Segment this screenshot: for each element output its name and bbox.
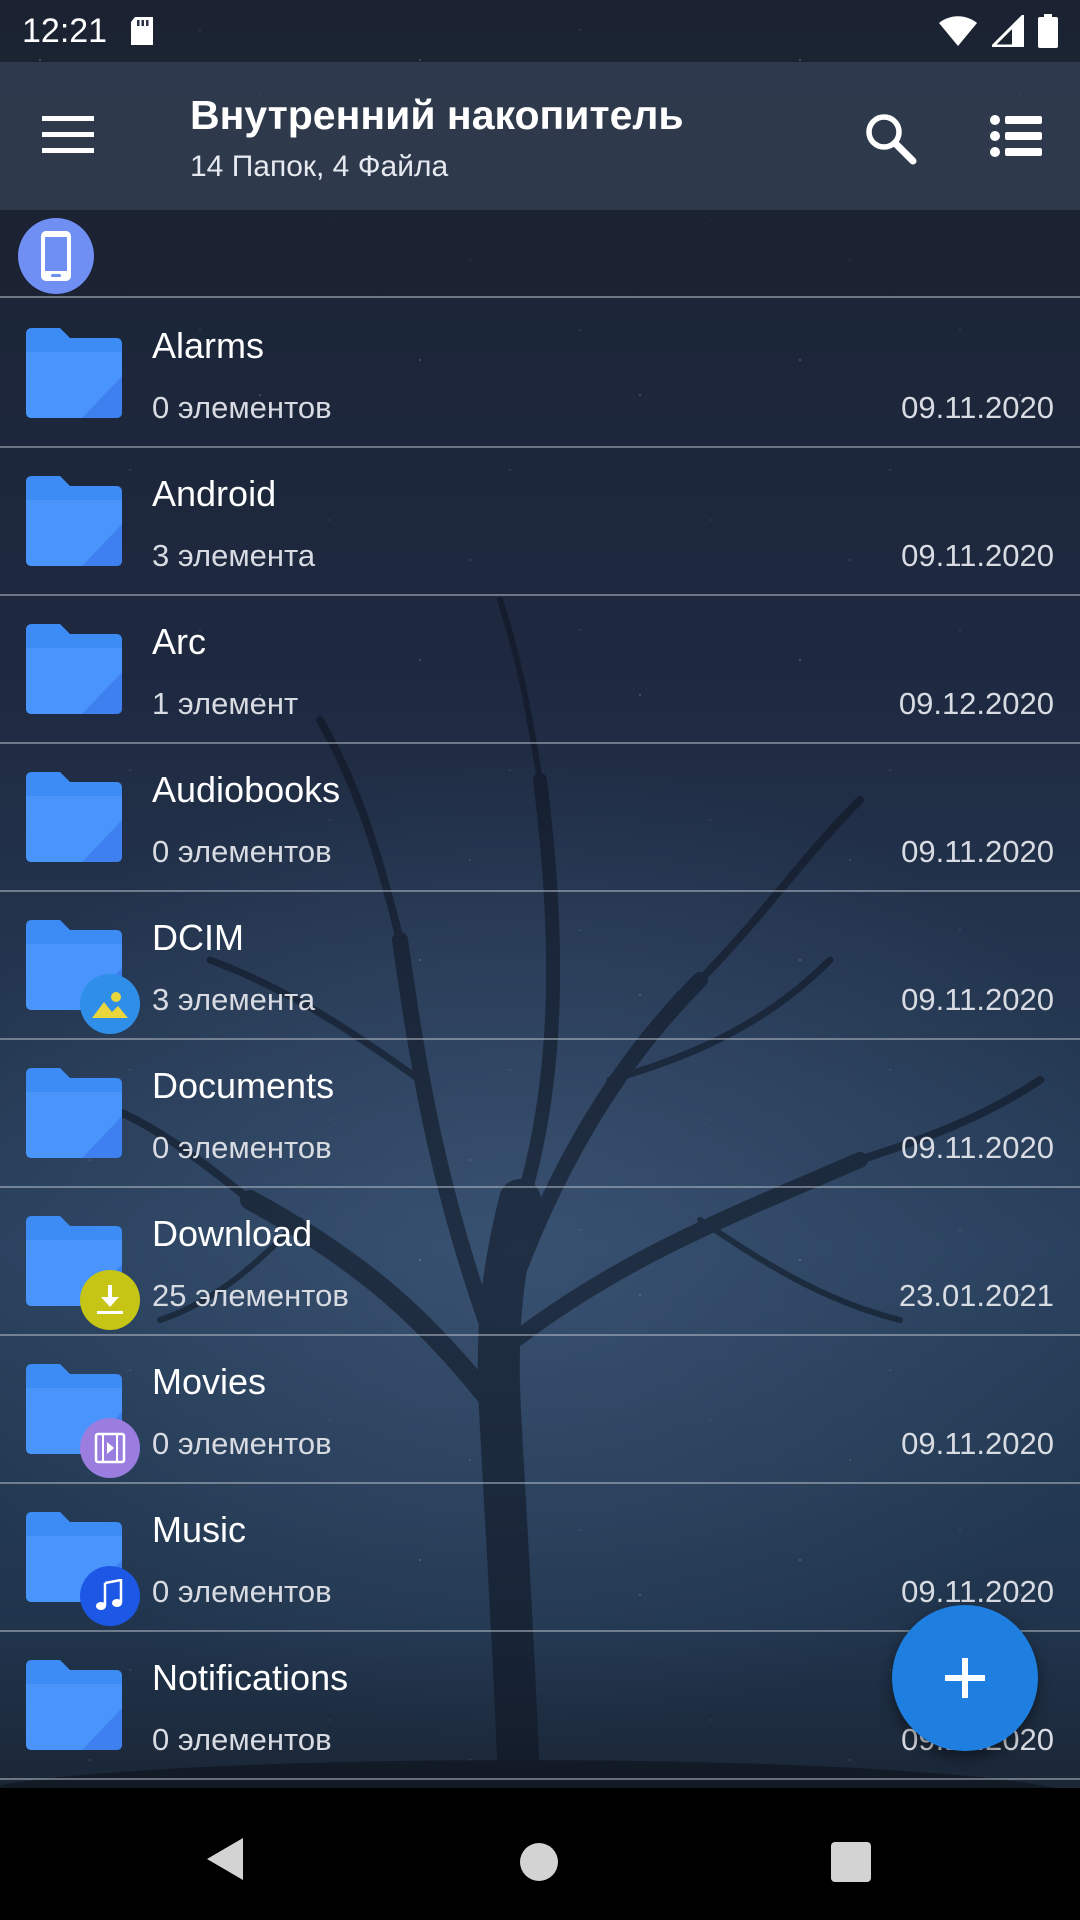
page-subtitle: 14 Папок, 4 Файла: [190, 150, 449, 183]
back-icon[interactable]: [205, 1836, 245, 1882]
file-name: DCIM: [152, 917, 244, 958]
sd-card-icon: [131, 17, 154, 45]
item-count: 3 элемента: [152, 982, 316, 1017]
modified-date: 09.11.2020: [901, 1426, 1054, 1461]
folder-icon: [26, 624, 122, 714]
file-name: Alarms: [152, 325, 265, 366]
app-bar: Внутренний накопитель 14 Папок, 4 Файла: [0, 62, 1080, 210]
list-item-alarms[interactable]: Alarms 0 элементов 09.11.2020: [0, 300, 1080, 448]
list-item-android[interactable]: Android 3 элемента 09.11.2020: [0, 448, 1080, 596]
item-count: 0 элементов: [152, 834, 332, 869]
download-icon: [80, 1270, 140, 1330]
file-name: Android: [152, 473, 277, 514]
item-count: 25 элементов: [152, 1278, 349, 1313]
status-time: 12:21: [22, 11, 108, 50]
wifi-icon: [939, 16, 977, 46]
folder-icon: [26, 476, 122, 566]
modified-date: 09.11.2020: [901, 1574, 1054, 1609]
plus-icon: [945, 1658, 985, 1698]
list-view-icon[interactable]: [990, 114, 1042, 158]
file-list: Alarms 0 элементов 09.11.2020 Android 3 эле…: [0, 300, 1080, 1780]
modified-date: 09.11.2020: [901, 538, 1054, 573]
item-count: 0 элементов: [152, 1574, 332, 1609]
item-count: 0 элементов: [152, 1130, 332, 1165]
list-item-documents[interactable]: Documents 0 элементов 09.11.2020: [0, 1040, 1080, 1188]
image-icon: [80, 974, 140, 1034]
recents-icon[interactable]: [831, 1842, 871, 1882]
page-title: Внутренний накопитель: [190, 92, 684, 138]
breadcrumb-root[interactable]: [18, 218, 94, 294]
item-count: 0 элементов: [152, 1426, 332, 1461]
modified-date: 23.01.2021: [898, 1278, 1054, 1313]
list-item-music[interactable]: Music 0 элементов 09.11.2020: [0, 1484, 1080, 1632]
status-bar: 12:21: [0, 0, 1080, 62]
phone-icon: [41, 231, 71, 281]
file-name: Documents: [152, 1065, 335, 1106]
item-count: 1 элемент: [152, 686, 299, 721]
system-nav-bar: [0, 1788, 1080, 1920]
list-item-arc[interactable]: Arc 1 элемент 09.12.2020: [0, 596, 1080, 744]
modified-date: 09.11.2020: [901, 834, 1054, 869]
item-count: 0 элементов: [152, 1722, 332, 1757]
home-icon[interactable]: [520, 1843, 558, 1881]
battery-icon: [1038, 14, 1058, 48]
movie-icon: [80, 1418, 140, 1478]
list-item-movies[interactable]: Movies 0 элементов 09.11.2020: [0, 1336, 1080, 1484]
folder-icon: [26, 1068, 122, 1158]
folder-icon: [26, 772, 122, 862]
modified-date: 09.11.2020: [901, 982, 1054, 1017]
file-name: Notifications: [152, 1657, 349, 1698]
folder-icon: [26, 1660, 122, 1750]
folder-icon: [26, 328, 122, 418]
file-name: Arc: [152, 621, 206, 662]
file-name: Music: [152, 1509, 247, 1550]
modified-date: 09.11.2020: [901, 1130, 1054, 1165]
search-icon[interactable]: [862, 110, 918, 166]
list-item-dcim[interactable]: DCIM 3 элемента 09.11.2020: [0, 892, 1080, 1040]
item-count: 3 элемента: [152, 538, 316, 573]
list-item-download[interactable]: Download 25 элементов 23.01.2021: [0, 1188, 1080, 1336]
list-item-audiobooks[interactable]: Audiobooks 0 элементов 09.11.2020: [0, 744, 1080, 892]
music-icon: [80, 1566, 140, 1626]
file-name: Audiobooks: [152, 769, 341, 810]
file-name: Download: [152, 1213, 313, 1254]
modified-date: 09.12.2020: [898, 686, 1054, 721]
item-count: 0 элементов: [152, 390, 332, 425]
breadcrumb: [0, 210, 1080, 298]
signal-icon: [992, 15, 1024, 47]
add-button[interactable]: [892, 1605, 1038, 1751]
menu-icon[interactable]: [40, 110, 96, 160]
file-name: Movies: [152, 1361, 267, 1402]
modified-date: 09.11.2020: [901, 390, 1054, 425]
